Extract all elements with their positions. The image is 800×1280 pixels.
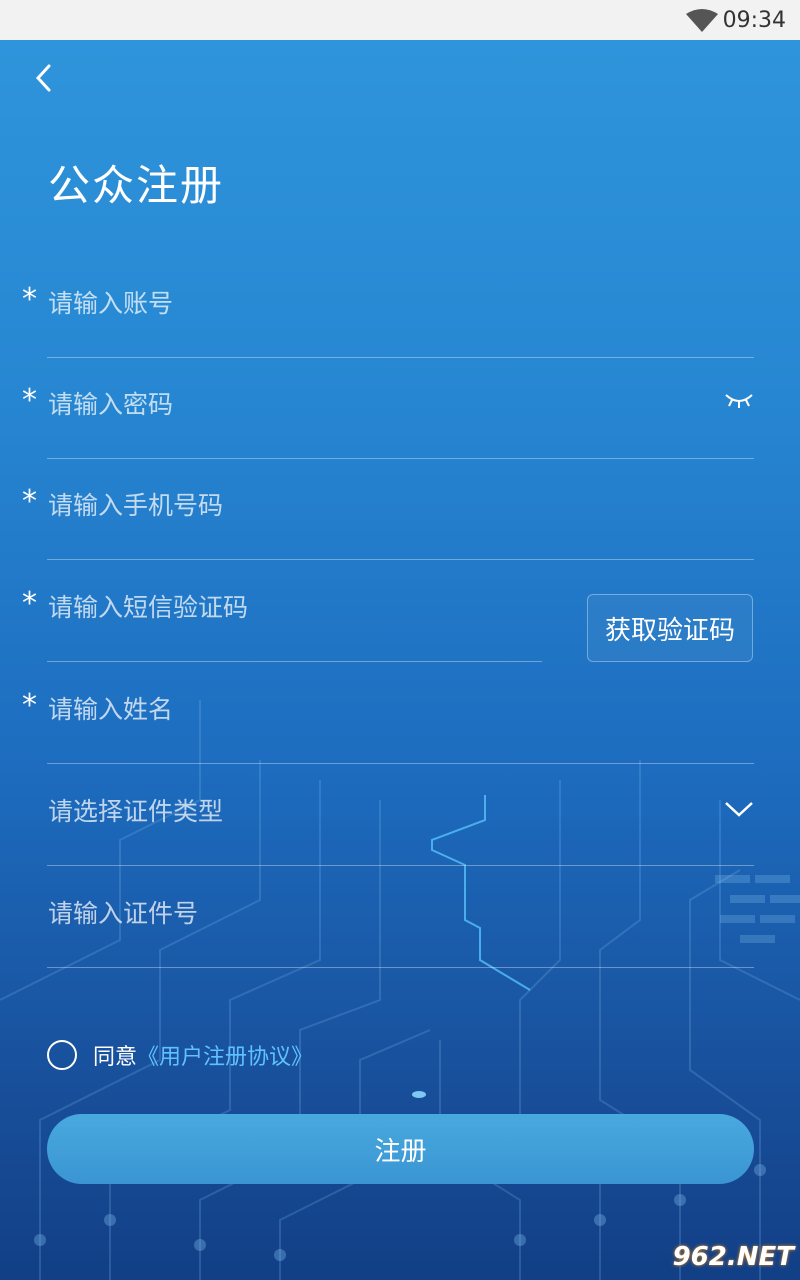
get-code-button[interactable]: 获取验证码 [587, 594, 753, 662]
required-mark: * [22, 586, 37, 621]
required-mark: * [22, 688, 37, 723]
required-mark: * [22, 383, 37, 418]
password-placeholder: 请输入密码 [48, 390, 174, 419]
sms-code-input[interactable]: * 请输入短信验证码 [22, 560, 542, 662]
watermark-logo: 962.NET [672, 1242, 794, 1272]
name-input[interactable]: * 请输入姓名 [22, 662, 754, 764]
register-button[interactable]: 注册 [47, 1114, 754, 1184]
agreement-row: 同意 《用户注册协议》 [47, 1038, 313, 1072]
id-type-select[interactable]: 请选择证件类型 [22, 764, 754, 866]
agreement-prefix: 同意 [93, 1045, 138, 1070]
name-placeholder: 请输入姓名 [48, 695, 174, 724]
decorative-dot [412, 1091, 426, 1098]
agreement-link[interactable]: 《用户注册协议》 [137, 1039, 313, 1071]
phone-input[interactable]: * 请输入手机号码 [22, 458, 754, 560]
sms-code-placeholder: 请输入短信验证码 [48, 593, 249, 622]
chevron-left-icon [35, 64, 51, 92]
required-mark: * [22, 282, 37, 317]
status-time: 09:34 [722, 8, 786, 33]
password-input[interactable]: * 请输入密码 [22, 357, 754, 459]
eye-closed-icon[interactable] [724, 391, 754, 411]
required-mark: * [22, 484, 37, 519]
back-button[interactable] [24, 58, 64, 98]
wifi-icon [686, 9, 718, 32]
registration-screen: 09:34 公众注册 * 请输入账号 * 请输入密码 * 请输入手机号码 * 请… [0, 0, 800, 1280]
chevron-down-icon [725, 802, 753, 817]
agreement-checkbox[interactable] [47, 1040, 77, 1070]
page-title: 公众注册 [48, 161, 225, 210]
id-number-placeholder: 请输入证件号 [48, 899, 199, 928]
status-bar: 09:34 [0, 0, 800, 40]
phone-placeholder: 请输入手机号码 [48, 491, 224, 520]
id-number-input[interactable]: 请输入证件号 [22, 866, 754, 968]
id-type-placeholder: 请选择证件类型 [48, 797, 224, 826]
account-input[interactable]: * 请输入账号 [22, 256, 754, 358]
account-placeholder: 请输入账号 [48, 289, 174, 318]
field-divider [47, 967, 754, 968]
